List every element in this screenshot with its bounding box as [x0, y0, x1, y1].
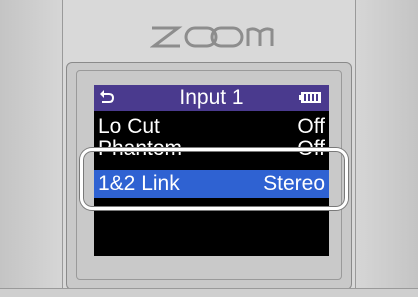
recorder-device: Input 1 Lo Cut Off Phantom Off 1&2 Link …: [0, 0, 418, 297]
screen-titlebar: Input 1: [94, 85, 329, 111]
right-side-edge: [355, 0, 412, 296]
zoom-logo: [150, 26, 274, 48]
highlight-callout-frame: [80, 148, 348, 210]
screen-title: Input 1: [179, 86, 244, 109]
battery-icon: [299, 92, 321, 103]
left-side-edge: [6, 0, 63, 296]
